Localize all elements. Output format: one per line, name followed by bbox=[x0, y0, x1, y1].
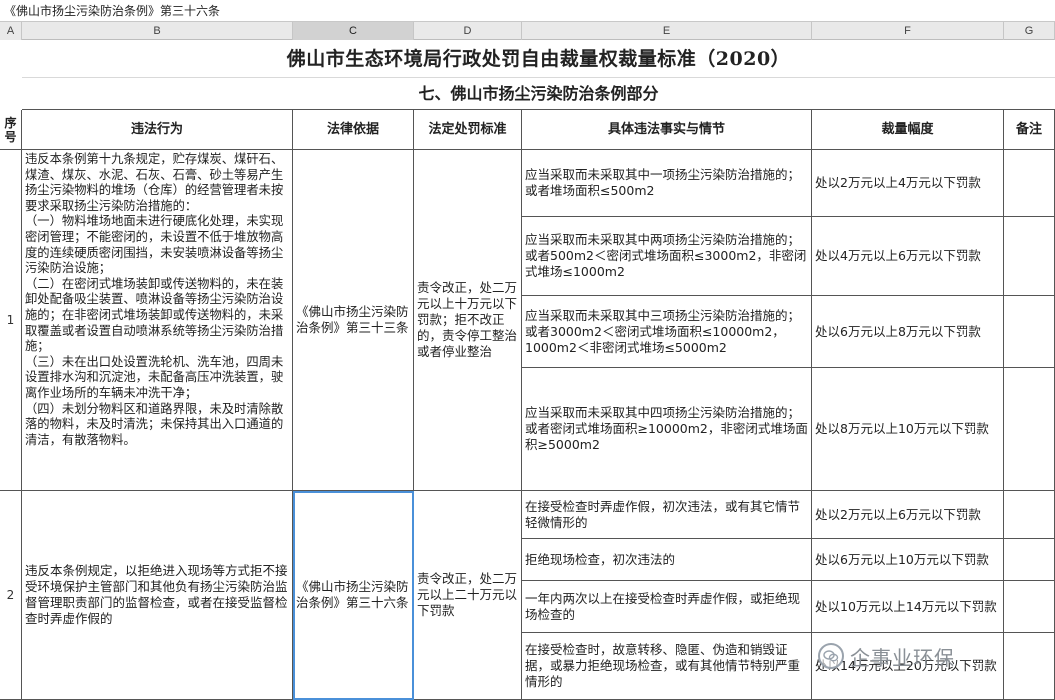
row-2-violation[interactable]: 违反本条例规定，以拒绝进入现场等方式拒不接受环境保护主管部门和其他负有扬尘污染防… bbox=[22, 491, 293, 700]
row-2-item-1-range[interactable]: 处以2万元以上6万元以下罚款 bbox=[812, 491, 1004, 539]
header-seq[interactable]: 序号 bbox=[0, 110, 22, 150]
row-2-item-4-facts[interactable]: 在接受检查时，故意转移、隐匿、伪造和销毁证据，或暴力拒绝现场检查，或有其他情节特… bbox=[522, 633, 812, 700]
row-1-item-4-remark[interactable] bbox=[1004, 368, 1055, 491]
row-2-item-2-range[interactable]: 处以6万元以上10万元以下罚款 bbox=[812, 539, 1004, 581]
row-2-item-2-facts[interactable]: 拒绝现场检查，初次违法的 bbox=[522, 539, 812, 581]
row-1-item-1-range[interactable]: 处以2万元以上4万元以下罚款 bbox=[812, 150, 1004, 217]
row-1-violation[interactable]: 违反本条例第十九条规定，贮存煤炭、煤矸石、煤渣、煤灰、水泥、石灰、石膏、砂土等易… bbox=[22, 150, 293, 491]
row-2-item-3-facts[interactable]: 一年内两次以上在接受检查时弄虚作假，或拒绝现场检查的 bbox=[522, 581, 812, 633]
column-header-a[interactable]: A bbox=[0, 22, 22, 40]
row-2-item-4-range[interactable]: 处以14万元以上20万元以下罚款 bbox=[812, 633, 1004, 700]
column-header-bar: A B C D E F G bbox=[0, 22, 1055, 40]
sheet-subtitle[interactable]: 七、佛山市扬尘污染防治条例部分 bbox=[22, 78, 1055, 110]
column-header-d[interactable]: D bbox=[414, 22, 522, 40]
column-header-e[interactable]: E bbox=[522, 22, 812, 40]
row-1-penalty-standard[interactable]: 责令改正，处二万元以上十万元以下罚款；拒不改正的，责令停工整治或者停业整治 bbox=[414, 150, 522, 491]
row-2-item-2-remark[interactable] bbox=[1004, 539, 1055, 581]
spreadsheet-grid: 佛山市生态环境局行政处罚自由裁量权裁量标准（2020） 七、佛山市扬尘污染防治条… bbox=[0, 40, 1055, 700]
row-1-item-3-remark[interactable] bbox=[1004, 296, 1055, 368]
row-1-item-4-facts[interactable]: 应当采取而未采取其中四项扬尘污染防治措施的；或者密闭式堆场面积≥10000m2，… bbox=[522, 368, 812, 491]
row-1-legal-basis[interactable]: 《佛山市扬尘污染防治条例》第三十三条 bbox=[293, 150, 414, 491]
header-remark[interactable]: 备注 bbox=[1004, 110, 1055, 150]
column-header-c[interactable]: C bbox=[293, 22, 414, 40]
row-2-item-3-range[interactable]: 处以10万元以上14万元以下罚款 bbox=[812, 581, 1004, 633]
row-1-item-2-remark[interactable] bbox=[1004, 217, 1055, 296]
row-1-item-2-facts[interactable]: 应当采取而未采取其中两项扬尘污染防治措施的；或者500m2＜密闭式堆场面积≤30… bbox=[522, 217, 812, 296]
row-2-penalty-standard[interactable]: 责令改正，处二万元以上二十万元以下罚款 bbox=[414, 491, 522, 700]
row-1-item-1-remark[interactable] bbox=[1004, 150, 1055, 217]
header-legal-basis[interactable]: 法律依据 bbox=[293, 110, 414, 150]
row-1-item-1-facts[interactable]: 应当采取而未采取其中一项扬尘污染防治措施的；或者堆场面积≤500m2 bbox=[522, 150, 812, 217]
header-violation[interactable]: 违法行为 bbox=[22, 110, 293, 150]
header-facts[interactable]: 具体违法事实与情节 bbox=[522, 110, 812, 150]
row-2-item-4-remark[interactable] bbox=[1004, 633, 1055, 700]
header-range[interactable]: 裁量幅度 bbox=[812, 110, 1004, 150]
row-1-item-3-facts[interactable]: 应当采取而未采取其中三项扬尘污染防治措施的；或者3000m2＜密闭式堆场面积≤1… bbox=[522, 296, 812, 368]
row-1-item-2-range[interactable]: 处以4万元以上6万元以下罚款 bbox=[812, 217, 1004, 296]
row-2-legal-basis[interactable]: 《佛山市扬尘污染防治条例》第三十六条 bbox=[293, 491, 414, 700]
row-1-item-3-range[interactable]: 处以6万元以上8万元以下罚款 bbox=[812, 296, 1004, 368]
row-1-item-4-range[interactable]: 处以8万元以上10万元以下罚款 bbox=[812, 368, 1004, 491]
row-2-item-1-facts[interactable]: 在接受检查时弄虚作假，初次违法，或有其它情节轻微情形的 bbox=[522, 491, 812, 539]
sheet-title[interactable]: 佛山市生态环境局行政处罚自由裁量权裁量标准（2020） bbox=[22, 40, 1055, 78]
column-header-f[interactable]: F bbox=[812, 22, 1004, 40]
column-header-g[interactable]: G bbox=[1004, 22, 1055, 40]
header-penalty-standard[interactable]: 法定处罚标准 bbox=[414, 110, 522, 150]
row-1-seq[interactable]: 1 bbox=[0, 150, 22, 491]
column-header-b[interactable]: B bbox=[22, 22, 293, 40]
row-2-seq[interactable]: 2 bbox=[0, 491, 22, 700]
formula-bar[interactable]: 《佛山市扬尘污染防治条例》第三十六条 bbox=[0, 0, 1055, 22]
row-2-item-1-remark[interactable] bbox=[1004, 491, 1055, 539]
row-2-item-3-remark[interactable] bbox=[1004, 581, 1055, 633]
